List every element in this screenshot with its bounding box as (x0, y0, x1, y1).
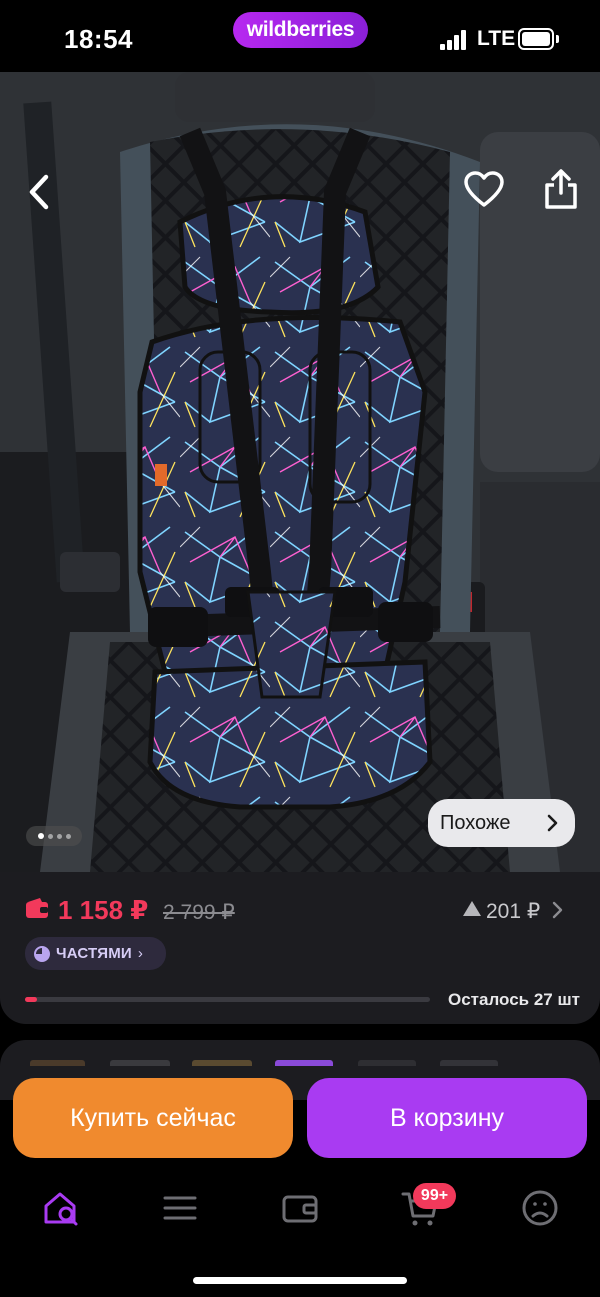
variant-thumbnail[interactable] (440, 1060, 498, 1066)
current-price: 1 158 ₽ (58, 895, 149, 925)
heart-icon (464, 171, 504, 207)
wallet-price-icon (26, 898, 48, 918)
buy-now-button[interactable]: Купить сейчас (13, 1078, 293, 1158)
installments-label: ЧАСТЯМИ (56, 945, 132, 962)
product-image[interactable] (0, 72, 600, 872)
chevron-right-icon[interactable] (551, 900, 563, 920)
stock-remaining: Осталось 27 шт (448, 990, 580, 1009)
profile-icon[interactable] (520, 1188, 560, 1228)
stock-progress-fill (25, 997, 37, 1002)
price-difference[interactable]: 201 ₽ (486, 899, 540, 924)
variant-thumbnail[interactable] (30, 1060, 85, 1066)
back-button[interactable] (22, 172, 58, 212)
variant-thumbnail[interactable] (275, 1060, 333, 1066)
stock-progress-track (25, 997, 430, 1002)
home-search-icon[interactable] (42, 1188, 82, 1228)
old-price: 2 799 ₽ (163, 901, 235, 924)
brand-logo: wildberries (233, 12, 368, 48)
similar-button[interactable]: Похоже (428, 799, 575, 847)
signal-icon (440, 30, 468, 50)
network-label: LTE (477, 27, 516, 50)
chevron-left-icon (29, 174, 49, 210)
variant-thumbnail[interactable] (358, 1060, 416, 1066)
variant-thumbnail[interactable] (110, 1060, 170, 1066)
chevron-right-icon: › (137, 945, 144, 962)
variant-thumbnail[interactable] (192, 1060, 252, 1066)
installments-button[interactable]: ЧАСТЯМИ › (25, 937, 166, 970)
share-button[interactable] (543, 168, 579, 210)
pie-chart-icon (34, 945, 50, 962)
triangle-up-icon (463, 901, 481, 916)
cart-badge: 99+ (413, 1183, 456, 1209)
status-time: 18:54 (64, 24, 133, 54)
catalog-icon[interactable] (160, 1188, 200, 1228)
favorite-button[interactable] (463, 170, 505, 210)
battery-icon (518, 28, 554, 50)
wallet-icon[interactable] (280, 1188, 320, 1228)
home-indicator (193, 1277, 407, 1284)
share-icon (545, 169, 577, 209)
chevron-right-icon (547, 814, 558, 832)
gallery-pagination (26, 826, 82, 846)
status-bar: 18:54 wildberries LTE (0, 0, 600, 72)
add-to-cart-button[interactable]: В корзину (307, 1078, 587, 1158)
similar-label: Похоже (440, 811, 511, 834)
